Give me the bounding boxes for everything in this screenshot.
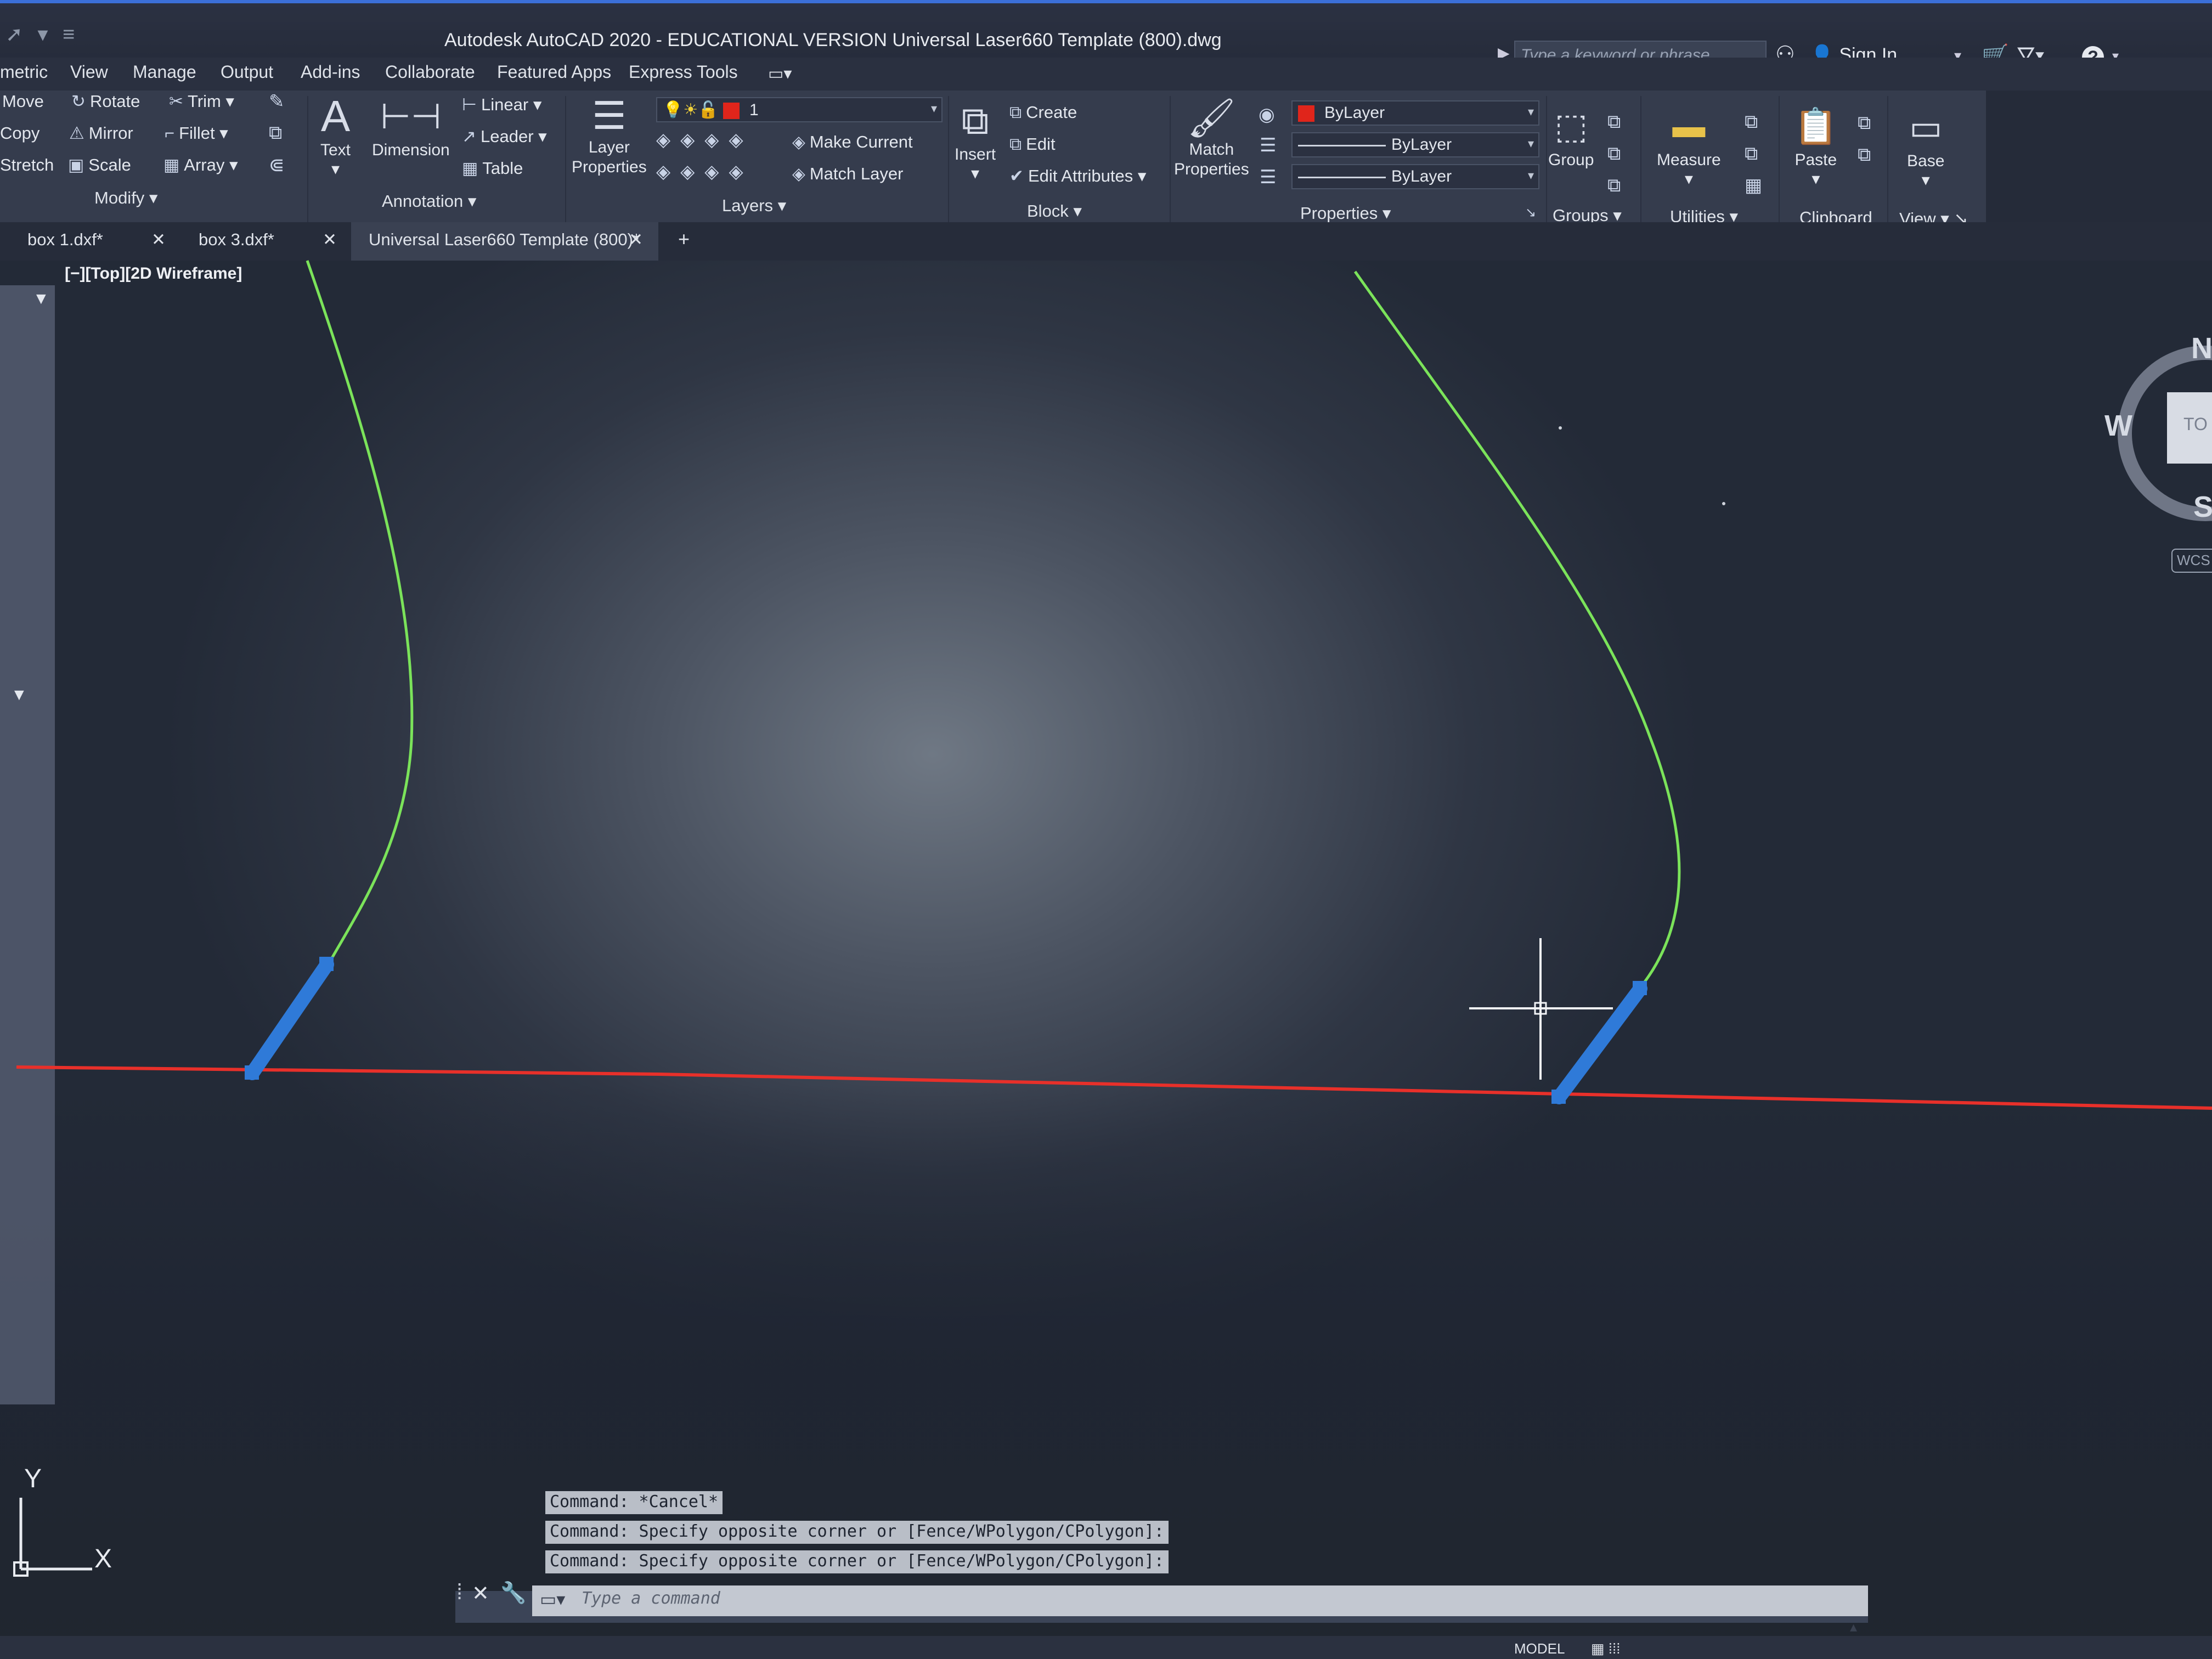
- model-space-button[interactable]: MODEL: [1514, 1640, 1565, 1657]
- grid-icon[interactable]: ▦ ⁞⁞⁞: [1591, 1640, 1620, 1657]
- grid-dot: [1559, 426, 1562, 430]
- command-input[interactable]: Type a command: [532, 1585, 1868, 1616]
- grid-dot: [1722, 502, 1725, 505]
- grip-handle[interactable]: [245, 1065, 259, 1080]
- right-selected-segment[interactable]: [1552, 981, 1647, 1104]
- ucs-x-label: X: [94, 1544, 112, 1573]
- drawing-geometry: [13, 260, 2212, 1577]
- grip-handle[interactable]: [1633, 981, 1647, 995]
- right-spline-curve[interactable]: [1353, 270, 1681, 989]
- viewcube-top-face[interactable]: TO: [2167, 392, 2212, 464]
- left-selected-segment[interactable]: [245, 957, 334, 1080]
- compass-north[interactable]: N: [2191, 331, 2212, 365]
- ucs-y-label: Y: [24, 1464, 42, 1493]
- command-history-line: Command: Specify opposite corner or [Fen…: [545, 1521, 1169, 1544]
- chevron-up-icon[interactable]: ▴: [1850, 1618, 1857, 1635]
- drag-handle-icon[interactable]: ⁞: [456, 1580, 462, 1605]
- grip-handle[interactable]: [1551, 1090, 1566, 1104]
- ucs-icon: [13, 1498, 92, 1577]
- close-icon[interactable]: ✕: [472, 1581, 489, 1606]
- compass-south[interactable]: S: [2193, 490, 2212, 524]
- command-history-line: Command: Specify opposite corner or [Fen…: [545, 1550, 1169, 1573]
- wrench-icon[interactable]: 🔧: [500, 1581, 526, 1605]
- wcs-menu[interactable]: WCS: [2171, 549, 2212, 573]
- baseline-line[interactable]: [16, 1065, 2212, 1110]
- compass-west[interactable]: W: [2104, 409, 2132, 443]
- command-history-line: Command: *Cancel*: [545, 1491, 723, 1514]
- left-spline-curve[interactable]: [306, 260, 414, 964]
- command-prompt-icon[interactable]: ▭▾: [540, 1589, 565, 1610]
- status-bar: [0, 1636, 2212, 1659]
- grip-handle[interactable]: [319, 957, 334, 971]
